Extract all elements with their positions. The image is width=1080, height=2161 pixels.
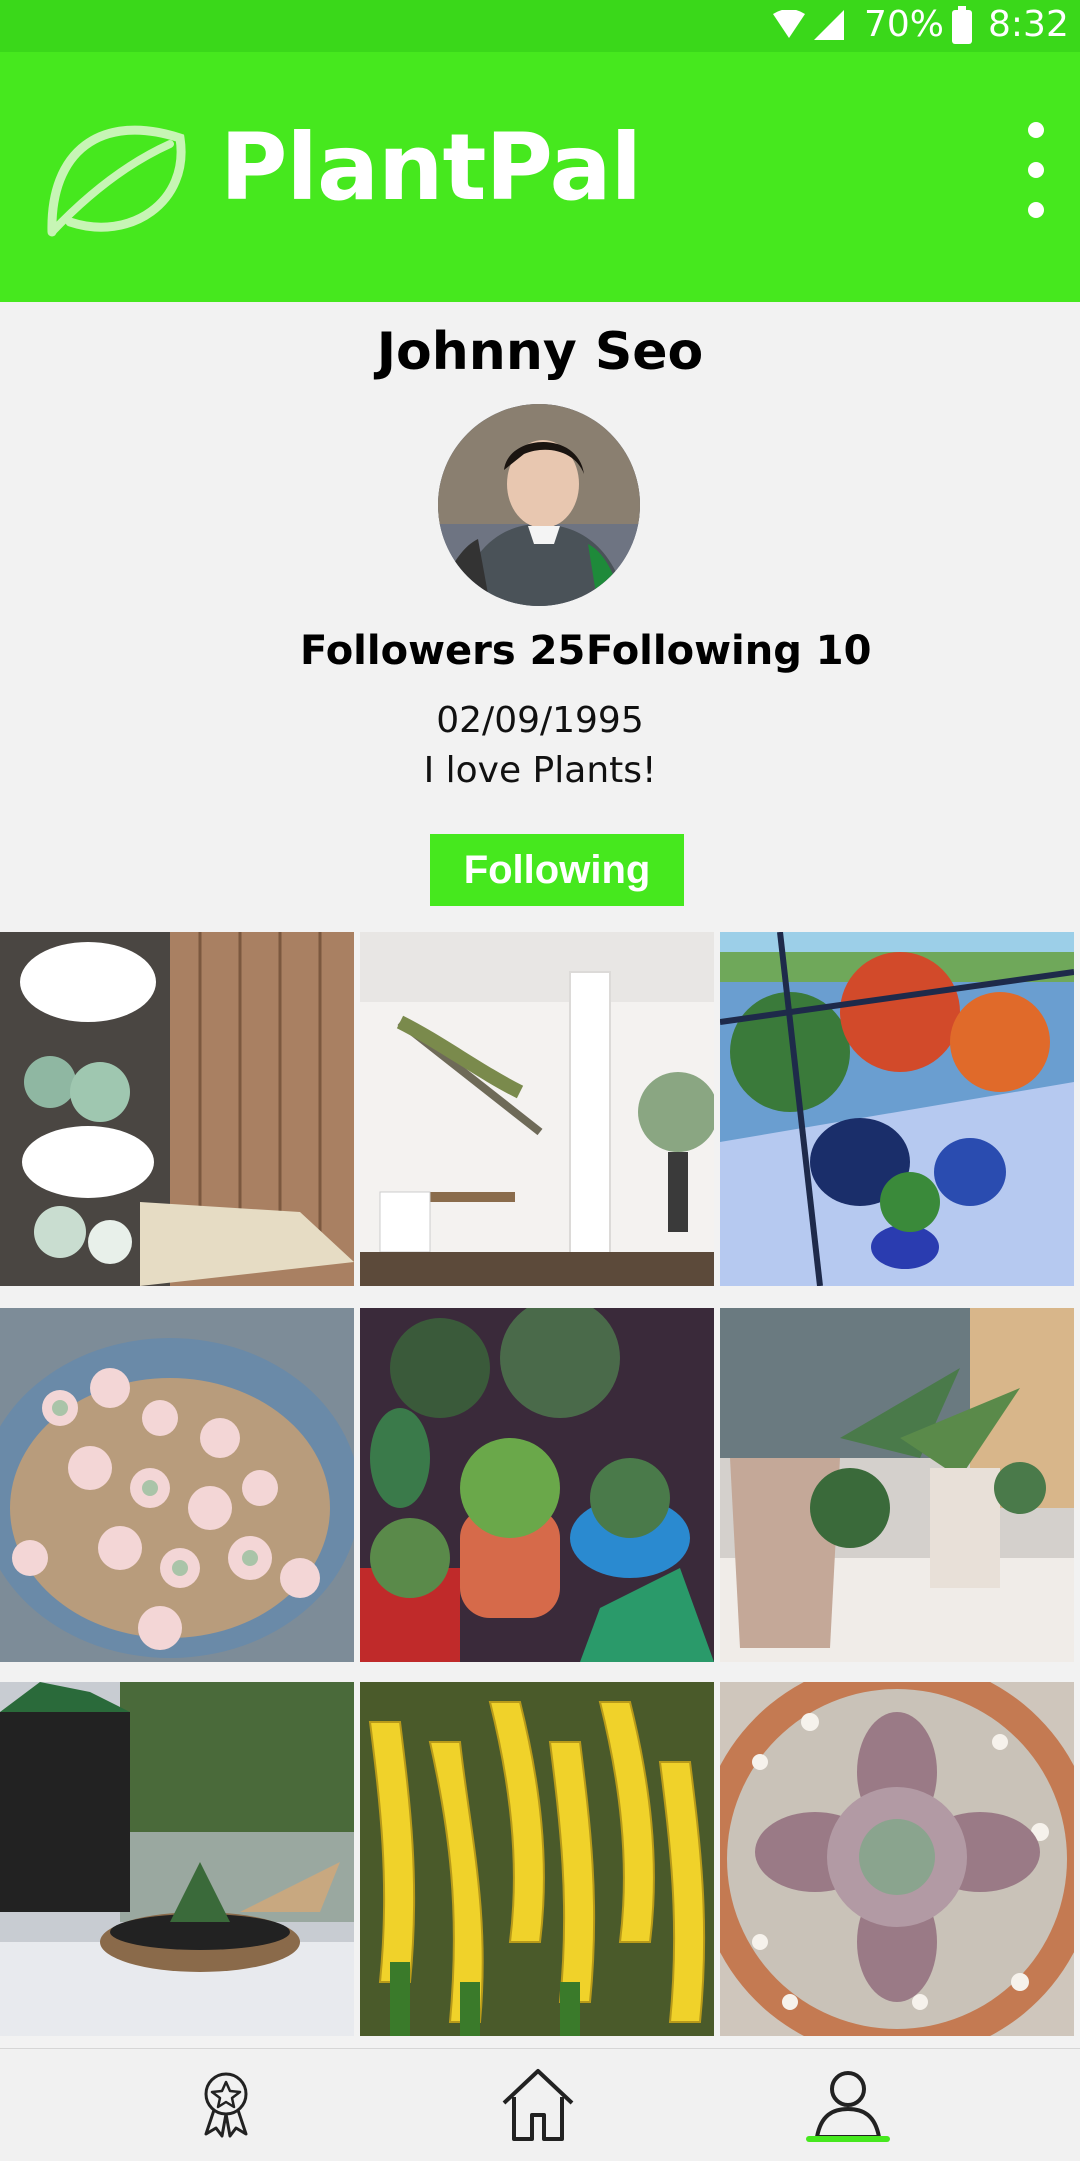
battery-percent: 70% (864, 4, 945, 45)
photo-tile[interactable] (720, 932, 1074, 1286)
more-options-button[interactable] (1010, 114, 1060, 234)
nav-home[interactable] (478, 2049, 598, 2161)
profile-stats: Followers 25 Following 10 (0, 628, 1080, 688)
award-ribbon-icon (204, 2072, 248, 2138)
profile-icon (815, 2071, 881, 2139)
photo-tile[interactable] (360, 1308, 714, 1662)
battery-icon (952, 6, 972, 44)
photo-tile[interactable] (0, 1682, 354, 2036)
photo-tile[interactable] (0, 1308, 354, 1662)
photo-tile[interactable] (0, 932, 354, 1286)
followers-count[interactable]: Followers 25 (300, 628, 585, 674)
photo-tile[interactable] (720, 1682, 1074, 2036)
following-count[interactable]: Following 10 (586, 628, 871, 674)
signal-icon (814, 10, 844, 40)
app-bar: PlantPal (0, 52, 1080, 302)
follow-toggle-button[interactable]: Following (430, 834, 684, 906)
nav-profile[interactable] (788, 2049, 908, 2161)
leaf-icon (47, 125, 186, 237)
wifi-icon (773, 10, 805, 38)
active-tab-indicator (806, 2136, 890, 2142)
avatar[interactable] (438, 404, 640, 606)
more-vert-icon (1028, 122, 1044, 138)
photo-tile[interactable] (360, 1682, 714, 2036)
bottom-navigation (0, 2048, 1080, 2161)
photo-tile[interactable] (360, 932, 714, 1286)
status-bar: 70% 8:32 (0, 0, 1080, 52)
photo-tile[interactable] (720, 1308, 1074, 1662)
profile-name: Johnny Seo (376, 322, 704, 382)
nav-awards[interactable] (166, 2049, 286, 2161)
bio: I love Plants! (423, 750, 657, 791)
home-icon (502, 2069, 574, 2141)
app-title: PlantPal (220, 114, 642, 221)
status-time: 8:32 (988, 4, 1069, 45)
birthdate: 02/09/1995 (436, 700, 644, 741)
photo-grid (0, 932, 1080, 2044)
